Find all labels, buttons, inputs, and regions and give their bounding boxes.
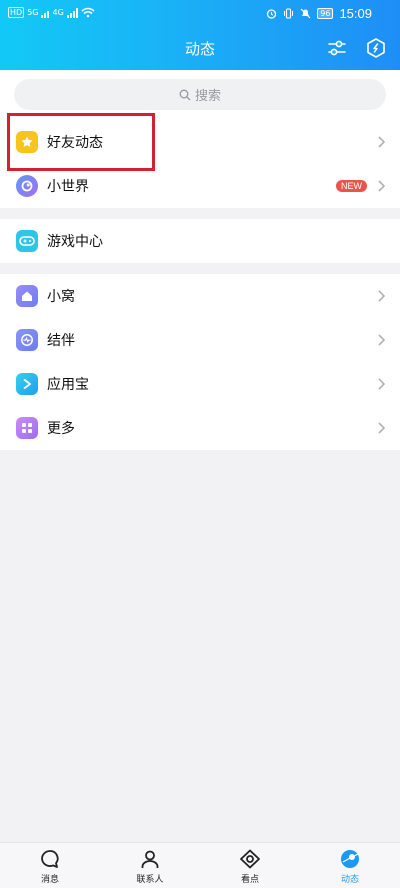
grid-icon — [16, 417, 38, 439]
tab-label: 联系人 — [136, 875, 164, 885]
alarm-icon — [267, 9, 277, 19]
menu-item-game-center[interactable]: 游戏中心 — [0, 219, 400, 263]
eye-icon — [240, 849, 260, 869]
hd-label: HD — [8, 7, 25, 18]
menu-item-more[interactable]: 更多 — [0, 406, 400, 450]
chevron-right-icon — [378, 180, 386, 192]
menu-item-label: 游戏中心 — [47, 234, 103, 250]
battery-indicator: 96 — [317, 8, 334, 19]
menu-item-label: 结伴 — [47, 333, 75, 349]
signal-icon — [41, 8, 50, 18]
menu-group-2: 游戏中心 — [0, 219, 400, 263]
status-left: HD 5G 4G — [8, 7, 95, 18]
header: HD 5G 4G 96 15:09 动态 — [0, 0, 400, 70]
chevron-right-icon — [378, 334, 386, 346]
search-placeholder: 搜索 — [194, 89, 221, 104]
search-input[interactable]: 搜索 — [14, 79, 386, 110]
person-icon — [141, 850, 159, 868]
planet-icon — [341, 850, 359, 868]
search-icon — [179, 89, 191, 100]
gamepad-icon — [16, 230, 38, 252]
house-icon — [16, 285, 38, 307]
mute-icon — [300, 8, 311, 19]
vibrate-icon — [284, 8, 294, 19]
tab-messages[interactable]: 消息 — [20, 848, 80, 885]
tab-label: 消息 — [40, 875, 59, 885]
tab-watch[interactable]: 看点 — [220, 848, 280, 885]
sliders-icon[interactable] — [326, 37, 348, 59]
hexagon-shield-icon[interactable] — [365, 37, 387, 59]
planet-icon — [16, 175, 38, 197]
chevron-right-icon — [378, 422, 386, 434]
tab-contacts[interactable]: 联系人 — [120, 848, 180, 885]
menu-item-label: 小世界 — [47, 179, 89, 195]
menu-item-nest[interactable]: 小窝 — [0, 274, 400, 318]
tab-label: 看点 — [240, 875, 259, 885]
chevron-right-icon — [378, 290, 386, 302]
tab-feed[interactable]: 动态 — [320, 848, 380, 885]
tab-label: 动态 — [340, 875, 359, 885]
menu-item-label: 小窝 — [47, 289, 75, 305]
status-bar: HD 5G 4G 96 15:09 — [0, 0, 400, 28]
chat-bubble-icon — [41, 850, 59, 868]
app-store-icon — [16, 373, 38, 395]
menu-group-3: 小窝 结伴 应用宝 更多 — [0, 274, 400, 450]
highlight-box — [7, 113, 155, 171]
network-4g-label: 4G — [52, 8, 64, 17]
new-badge: NEW — [336, 180, 367, 192]
menu-item-app-store[interactable]: 应用宝 — [0, 362, 400, 406]
battery-level: 96 — [320, 9, 331, 18]
wifi-icon — [81, 7, 95, 18]
chevron-right-icon — [378, 378, 386, 390]
signal-icon-2 — [66, 7, 78, 18]
menu-item-companion[interactable]: 结伴 — [0, 318, 400, 362]
network-5g-label: 5G — [27, 8, 39, 17]
status-right: 96 15:09 — [266, 6, 372, 21]
menu-item-label: 应用宝 — [47, 377, 89, 393]
chat-pulse-icon — [16, 329, 38, 351]
bottom-tab-bar: 消息 联系人 看点 动态 — [0, 842, 400, 888]
menu-item-label: 更多 — [47, 421, 75, 437]
chevron-right-icon — [378, 136, 386, 148]
clock: 15:09 — [339, 6, 372, 21]
